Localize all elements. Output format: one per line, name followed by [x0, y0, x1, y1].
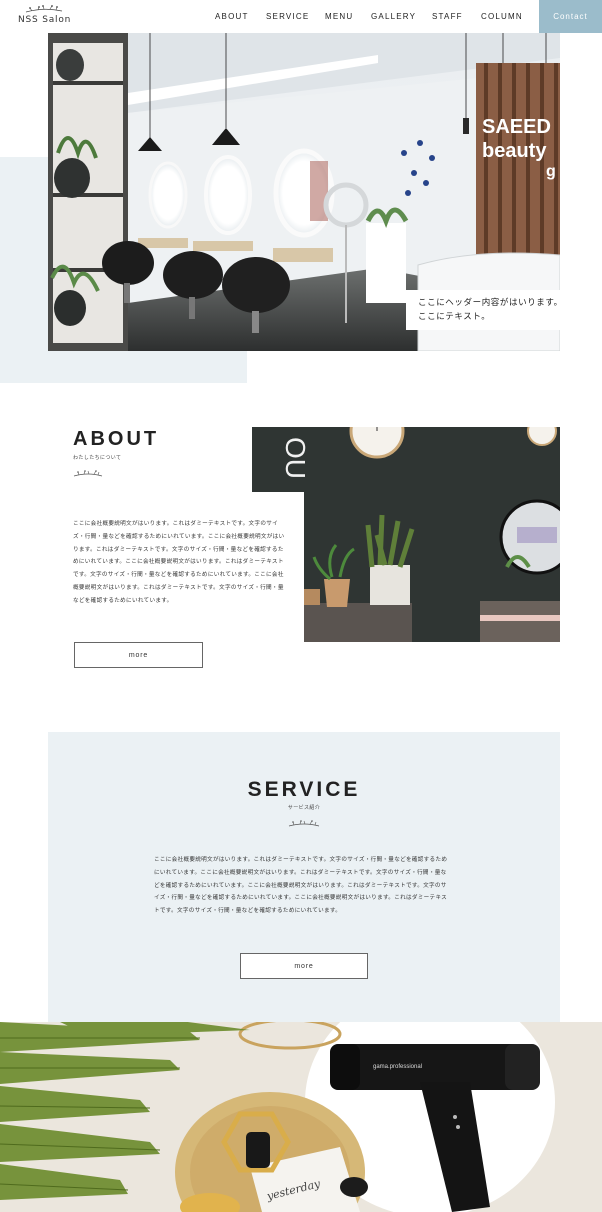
- service-subheading: サービス紹介: [287, 805, 321, 811]
- nav-menu[interactable]: MENU: [325, 12, 353, 21]
- wall-lettering: OU: [280, 437, 311, 479]
- branch-ornament-icon: [73, 470, 103, 477]
- nav-staff[interactable]: STAFF: [432, 12, 463, 21]
- service-heading: SERVICE: [247, 778, 361, 801]
- branch-ornament-icon: [288, 820, 320, 827]
- dryer-brand-text: gama.professional: [373, 1064, 422, 1070]
- contact-button[interactable]: Contact: [539, 0, 602, 33]
- salon-sign-text: beauty: [482, 140, 547, 162]
- salon-sign-text: g: [546, 163, 556, 180]
- about-subheading: わたしたちについて: [73, 455, 122, 461]
- salon-sign-text: SAEED: [482, 116, 551, 138]
- main-nav: ABOUT SERVICE MENU GALLERY STAFF COLUMN: [0, 12, 602, 22]
- service-section: SERVICE サービス紹介 ここに会社概要説明文がはいります。これはダミーテキ…: [48, 732, 560, 1022]
- nav-service[interactable]: SERVICE: [266, 12, 309, 21]
- site-header: NSS Salon ABOUT SERVICE MENU GALLERY STA…: [0, 0, 602, 33]
- hero-caption: ここにヘッダー内容がはいります。 ここにテキスト。: [406, 290, 602, 330]
- nav-gallery[interactable]: GALLERY: [371, 12, 416, 21]
- nav-column[interactable]: COLUMN: [481, 12, 523, 21]
- about-more-button[interactable]: more: [74, 642, 203, 668]
- about-heading: ABOUT: [73, 428, 160, 450]
- about-description: ここに会社概要説明文がはいります。これはダミーテキストです。文字のサイズ・行間・…: [73, 521, 285, 604]
- hero-caption-line: ここにヘッダー内容がはいります。: [418, 298, 563, 308]
- service-more-button[interactable]: more: [240, 953, 368, 979]
- hero-caption-line: ここにテキスト。: [418, 312, 491, 322]
- nav-about[interactable]: ABOUT: [215, 12, 249, 21]
- service-description: ここに会社概要説明文がはいります。これはダミーテキストです。文字のサイズ・行間・…: [154, 857, 448, 915]
- hair-dryer-photo: yesterday gama.professional: [0, 1022, 602, 1212]
